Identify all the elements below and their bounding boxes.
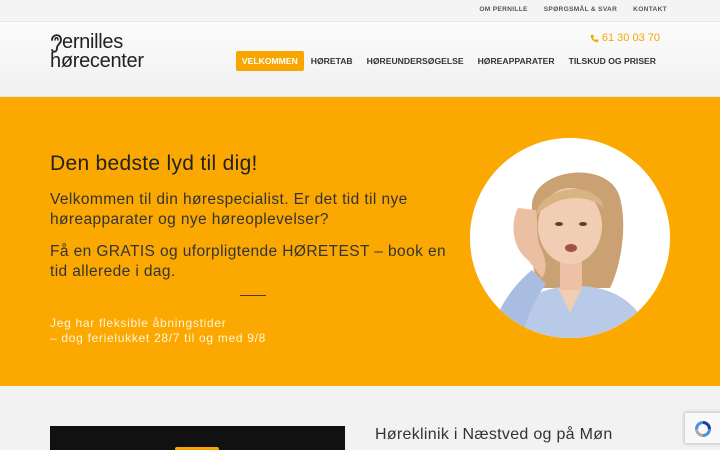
hero-hours-line2: – dog ferielukket 28/7 til og med 9/8 — [50, 330, 267, 345]
hero-offer: Få en GRATIS og uforpligtende HØRETEST –… — [50, 243, 446, 280]
hero-hours: Jeg har fleksible åbningstider – dog fer… — [50, 316, 430, 345]
hero-hours-line1: Jeg har fleksible åbningstider — [50, 316, 227, 330]
site-header: ernilles hørecenter 61 30 03 70 VELKOMME… — [0, 22, 720, 97]
lower-section: Høreklinik i Næstved og på Møn — [0, 386, 720, 450]
nav-item-hoereundersoegelse[interactable]: HØREUNDERSØGELSE — [360, 51, 471, 71]
recaptcha-badge[interactable] — [684, 412, 720, 444]
hero-intro: Velkommen til din hørespecialist. Er det… — [50, 191, 408, 228]
nav-item-hoereapparater[interactable]: HØREAPPARATER — [471, 51, 562, 71]
nav-item-velkommen[interactable]: VELKOMMEN — [235, 51, 304, 71]
site-logo[interactable]: ernilles hørecenter — [50, 31, 190, 75]
phone-number: 61 30 03 70 — [601, 32, 660, 44]
woman-listening-image — [470, 138, 670, 338]
recaptcha-icon — [695, 421, 711, 437]
main-nav: VELKOMMEN HØRETAB HØREUNDERSØGELSE HØREA… — [235, 51, 663, 71]
page: OM PERNILLE SPØRGSMÅL & SVAR KONTAKT ern… — [0, 0, 720, 450]
video-player[interactable] — [50, 426, 345, 450]
nav-item-horetab[interactable]: HØRETAB — [304, 51, 360, 71]
top-bar: OM PERNILLE SPØRGSMÅL & SVAR KONTAKT — [0, 0, 720, 22]
top-links: OM PERNILLE SPØRGSMÅL & SVAR KONTAKT — [479, 6, 667, 13]
hero-title: Den bedste lyd til dig! — [50, 152, 258, 175]
logo-text-line2: hørecenter — [50, 50, 144, 72]
clinic-heading: Høreklinik i Næstved og på Møn — [375, 426, 613, 443]
top-link-om-pernille[interactable]: OM PERNILLE — [479, 6, 527, 13]
hero-portrait-image — [470, 138, 670, 338]
hero-divider — [240, 295, 266, 296]
hero-section: Den bedste lyd til dig! Velkommen til di… — [0, 97, 720, 386]
top-link-faq[interactable]: SPØRGSMÅL & SVAR — [544, 6, 617, 13]
nav-item-tilskud-og-priser[interactable]: TILSKUD OG PRISER — [562, 51, 663, 71]
phone-link[interactable]: 61 30 03 70 — [590, 32, 660, 44]
phone-icon — [590, 34, 599, 42]
top-link-kontakt[interactable]: KONTAKT — [633, 6, 667, 13]
